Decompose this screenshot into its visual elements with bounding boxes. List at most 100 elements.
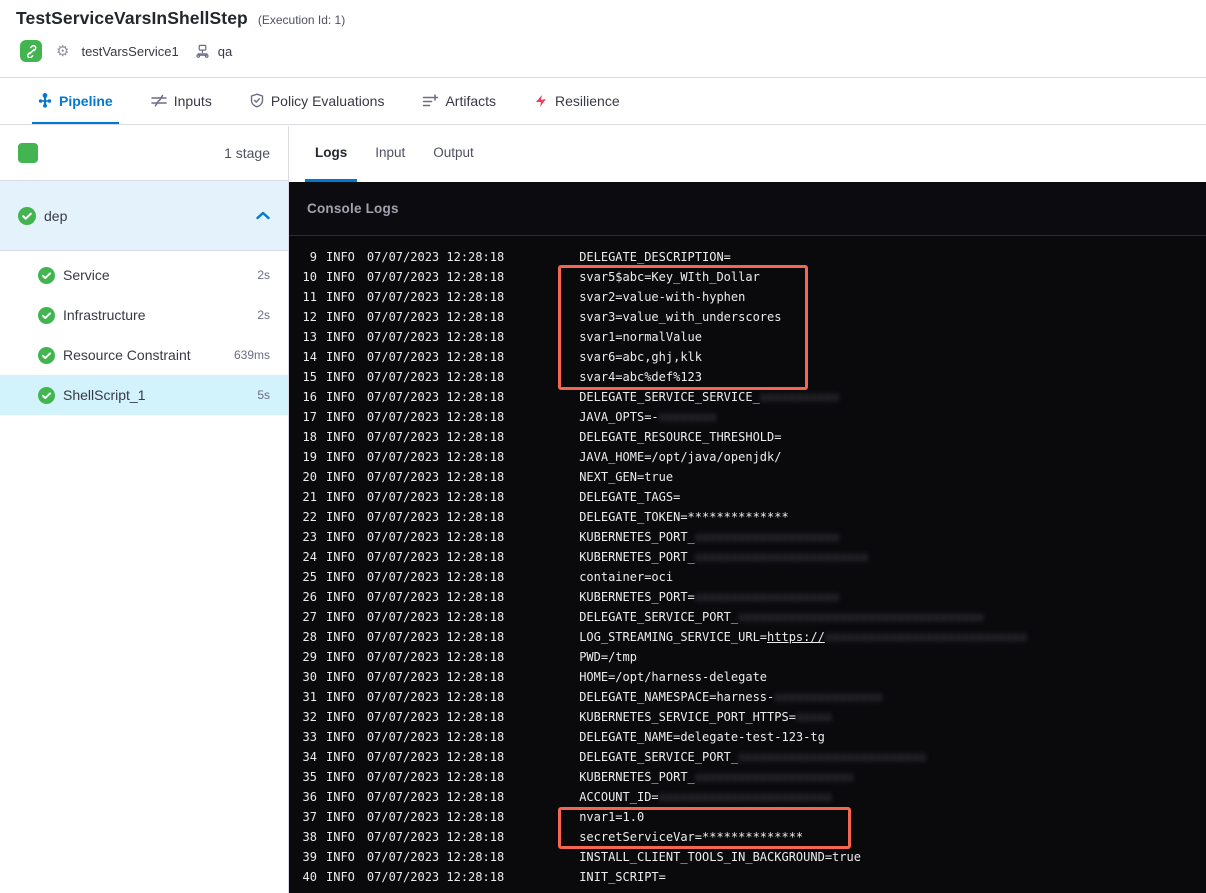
log-level: INFO — [326, 390, 355, 404]
log-line-number: 26 — [302, 590, 317, 604]
tab-inputs[interactable]: Inputs — [145, 79, 218, 124]
log-level: INFO — [326, 510, 355, 524]
stage-count-label: 1 stage — [224, 145, 270, 161]
log-level: INFO — [326, 410, 355, 424]
title-row: TestServiceVarsInShellStep (Execution Id… — [16, 8, 345, 29]
log-line: 39 INFO 07/07/2023 12:28:18 INSTALL_CLIENT_… — [289, 847, 1206, 867]
tab-logs[interactable]: Logs — [305, 126, 358, 182]
link-icon — [27, 44, 37, 58]
log-level: INFO — [326, 590, 355, 604]
chevron-up-icon[interactable] — [256, 211, 270, 220]
log-line: 30 INFO 07/07/2023 12:28:18 HOME=/opt/harne… — [289, 667, 1206, 687]
log-line: 11 INFO 07/07/2023 12:28:18 svar2=value-wit… — [289, 287, 1206, 307]
log-message: LOG_STREAMING_SERVICE_URL=https://xxxxxx… — [579, 630, 1028, 644]
log-level: INFO — [326, 250, 355, 264]
stage-status-square[interactable] — [18, 143, 38, 163]
tab-label: Inputs — [173, 92, 212, 109]
log-timestamp: 07/07/2023 12:28:18 — [366, 530, 505, 544]
log-message: DELEGATE_SERVICE_PORT_xxxxxxxxxxxxxxxxxx… — [579, 610, 984, 624]
stage-summary-bar: 1 stage — [0, 126, 288, 181]
tab-resilience[interactable]: Resilience — [528, 79, 626, 124]
stage-group-dep[interactable]: dep — [0, 181, 288, 251]
log-line-number: 17 — [302, 410, 317, 424]
console-header: Console Logs — [289, 182, 1206, 236]
log-line-number: 38 — [302, 830, 317, 844]
tab-policy-evaluations[interactable]: Policy Evaluations — [244, 79, 391, 124]
log-level: INFO — [326, 570, 355, 584]
log-level: INFO — [326, 810, 355, 824]
step-row-service[interactable]: Service 2s — [0, 255, 288, 295]
redacted-value: xxxxxxxxxxxxxxxxxxxx — [694, 590, 840, 604]
log-level: INFO — [326, 450, 355, 464]
log-message: KUBERNETES_PORT_xxxxxxxxxxxxxxxxxxxxxxxx — [579, 550, 869, 564]
shield-check-icon — [250, 93, 264, 108]
execution-page: TestServiceVarsInShellStep (Execution Id… — [0, 0, 1206, 893]
log-line-number: 27 — [302, 610, 317, 624]
log-message: INIT_SCRIPT= — [579, 870, 666, 884]
tab-artifacts[interactable]: Artifacts — [416, 79, 502, 124]
stage-sidebar: 1 stage dep Service 2s Infrastructure 2s Res… — [0, 126, 289, 893]
log-message: DELEGATE_TOKEN=************** — [579, 510, 789, 524]
log-line-number: 39 — [302, 850, 317, 864]
step-row-shellscript-1[interactable]: ShellScript_1 5s — [0, 375, 288, 415]
log-message: JAVA_HOME=/opt/java/openjdk/ — [579, 450, 782, 464]
log-level: INFO — [326, 650, 355, 664]
tab-output[interactable]: Output — [423, 126, 484, 182]
log-line: 10 INFO 07/07/2023 12:28:18 svar5$abc=Key_W… — [289, 267, 1206, 287]
log-line: 22 INFO 07/07/2023 12:28:18 DELEGATE_TOKEN=… — [289, 507, 1206, 527]
log-line: 17 INFO 07/07/2023 12:28:18 JAVA_OPTS=-xxxx… — [289, 407, 1206, 427]
tab-input[interactable]: Input — [365, 126, 415, 182]
log-level: INFO — [326, 550, 355, 564]
execution-meta-row: ⚙ testVarsService1 qa — [20, 40, 232, 62]
success-check-icon — [38, 306, 55, 324]
log-timestamp: 07/07/2023 12:28:18 — [366, 290, 505, 304]
console-title: Console Logs — [307, 201, 399, 216]
page-header: TestServiceVarsInShellStep (Execution Id… — [0, 0, 1206, 78]
log-panel: Logs Input Output Console Logs 9 INFO 07/0… — [289, 126, 1206, 893]
log-timestamp: 07/07/2023 12:28:18 — [366, 850, 505, 864]
success-check-icon — [38, 386, 55, 404]
log-line-number: 10 — [302, 270, 317, 284]
step-duration: 639ms — [233, 348, 270, 362]
step-label: Service — [63, 267, 110, 283]
log-message: DELEGATE_RESOURCE_THRESHOLD= — [579, 430, 782, 444]
tab-label: Policy Evaluations — [270, 92, 385, 109]
log-timestamp: 07/07/2023 12:28:18 — [366, 270, 505, 284]
log-line-number: 30 — [302, 670, 317, 684]
environment-icon — [195, 44, 210, 59]
log-message: DELEGATE_SERVICE_PORT_xxxxxxxxxxxxxxxxxx… — [579, 750, 926, 764]
console-log-lines[interactable]: 9 INFO 07/07/2023 12:28:18 DELEGATE_DESCRIP… — [289, 236, 1206, 893]
log-message: NEXT_GEN=true — [579, 470, 674, 484]
log-line-number: 25 — [302, 570, 317, 584]
redacted-value: xxxxxxxxxxxxxxx — [774, 690, 883, 704]
success-check-icon — [38, 266, 55, 284]
log-level: INFO — [326, 790, 355, 804]
tab-pipeline[interactable]: Pipeline — [32, 79, 119, 124]
log-message: DELEGATE_DESCRIPTION= — [579, 250, 731, 264]
log-level: INFO — [326, 670, 355, 684]
step-row-resource-constraint[interactable]: Resource Constraint 639ms — [0, 335, 288, 375]
log-line-number: 37 — [302, 810, 317, 824]
service-name: testVarsService1 — [81, 43, 179, 59]
log-timestamp: 07/07/2023 12:28:18 — [366, 510, 505, 524]
log-level: INFO — [326, 710, 355, 724]
log-line-number: 15 — [302, 370, 317, 384]
resilience-icon — [534, 94, 548, 108]
log-line-number: 13 — [302, 330, 317, 344]
log-line: 28 INFO 07/07/2023 12:28:18 LOG_STREAMING_S… — [289, 627, 1206, 647]
step-row-infrastructure[interactable]: Infrastructure 2s — [0, 295, 288, 335]
tab-label: Logs — [315, 145, 348, 160]
log-line: 36 INFO 07/07/2023 12:28:18 ACCOUNT_ID=xxxx… — [289, 787, 1206, 807]
log-message: svar5$abc=Key_WIth_Dollar — [579, 270, 760, 284]
log-level: INFO — [326, 730, 355, 744]
log-line-number: 12 — [302, 310, 317, 324]
log-level: INFO — [326, 470, 355, 484]
log-message: ACCOUNT_ID=xxxxxxxxxxxxxxxxxxxxxxxx — [579, 790, 833, 804]
log-line: 14 INFO 07/07/2023 12:28:18 svar6=abc,ghj,k… — [289, 347, 1206, 367]
redacted-value: xxxxxxxxxxxxxxxxxxxxxxxx — [694, 550, 869, 564]
log-line: 16 INFO 07/07/2023 12:28:18 DELEGATE_SERVIC… — [289, 387, 1206, 407]
log-level: INFO — [326, 330, 355, 344]
redacted-value: xxxxxxxxxxxxxxxxxxxx — [694, 530, 840, 544]
log-line: 35 INFO 07/07/2023 12:28:18 KUBERNETES_PORT… — [289, 767, 1206, 787]
log-link[interactable]: https:// — [767, 630, 825, 644]
